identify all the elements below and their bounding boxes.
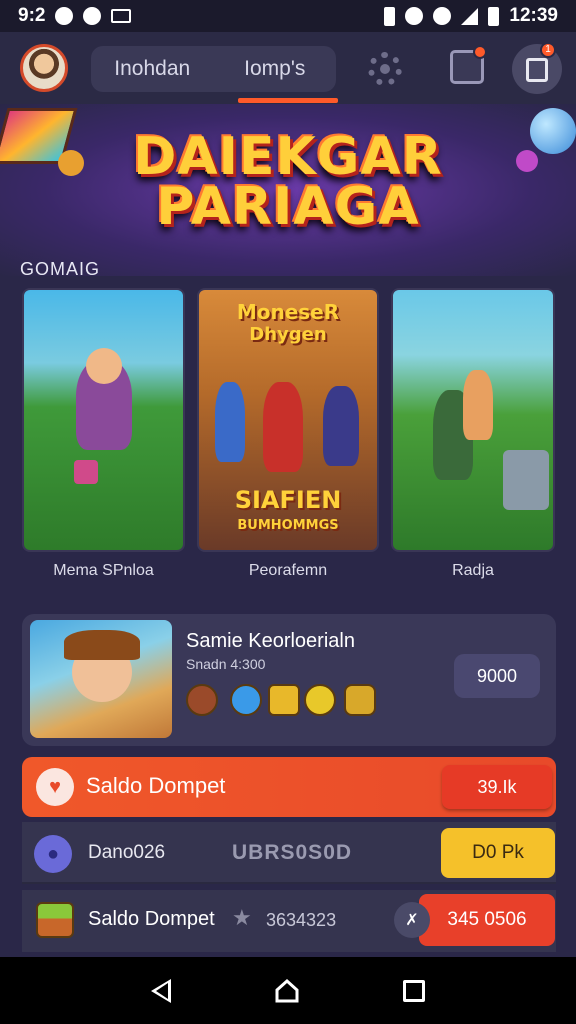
tab-group: Inohdan Iomp's	[91, 46, 336, 92]
box-item-icon	[344, 684, 376, 716]
notification-button[interactable]: 1	[512, 42, 562, 94]
chest-item-icon	[186, 684, 218, 716]
home-icon[interactable]	[274, 978, 300, 1004]
signal-icon	[461, 7, 479, 25]
battery-icon	[488, 6, 500, 26]
card-art-subtitle: SIAFIEN	[234, 486, 342, 514]
game-caption: Radja	[452, 562, 494, 579]
wifi-icon	[433, 7, 452, 25]
character-hair	[64, 630, 140, 660]
dice-art	[74, 460, 98, 484]
status-right: 12:39	[384, 5, 558, 27]
tools-icon[interactable]: ✗	[394, 902, 430, 938]
user-icon: ●	[34, 835, 72, 873]
card-art-subtitle-2: BUMHOMMGS	[237, 518, 339, 533]
game-title-logo: DAIEKGAR PARIAGA	[0, 127, 576, 237]
wallet-code: 3634323	[266, 910, 337, 930]
account-value-button[interactable]: D0 Pk	[441, 828, 555, 878]
character-head	[86, 348, 122, 384]
chest-icon	[36, 902, 74, 938]
game-caption: Peorafemn	[248, 562, 328, 579]
character-art	[463, 370, 493, 440]
notification-icon	[55, 7, 74, 25]
status-left: 9:2	[18, 5, 132, 27]
card-art-title: MoneseR	[236, 300, 340, 324]
star-icon: ★	[232, 905, 252, 930]
arcade-machine-art	[503, 450, 549, 510]
notification-badge: 1	[540, 42, 556, 58]
game-card-featured[interactable]: MoneseR Dhygen SIAFIEN BUMHOMMGS	[197, 288, 379, 552]
featured-image	[30, 620, 172, 738]
account-row[interactable]: ● Dano026 UBRS0S0D D0 Pk	[22, 822, 556, 884]
status-time: 12:39	[509, 5, 558, 26]
coin-item-icon	[304, 684, 336, 716]
wallet-value-button[interactable]: 39.Ik	[442, 765, 552, 809]
heart-icon: ♥	[36, 768, 74, 806]
character-art	[215, 382, 245, 462]
featured-subtitle: Snadn 4:300	[186, 656, 266, 672]
gear-icon[interactable]	[368, 52, 402, 86]
wallet-label: Saldo Dompet	[88, 908, 215, 930]
character-art	[323, 386, 359, 466]
featured-title: Samie Keorloerialn	[186, 630, 355, 652]
inbox-badge	[473, 45, 487, 59]
recents-icon[interactable]	[402, 979, 425, 1002]
active-tab-indicator	[238, 98, 338, 103]
avatar[interactable]	[20, 44, 68, 92]
wallet-row[interactable]: Saldo Dompet ★ 3634323 345 0506 ✗	[22, 890, 556, 952]
character-art	[263, 382, 303, 472]
status-bar: 9:2 12:39	[0, 0, 576, 32]
gem-item-icon	[230, 684, 262, 716]
wallet-label: Saldo Dompet	[86, 773, 226, 798]
back-icon[interactable]	[151, 978, 172, 1003]
account-code: UBRS0S0D	[232, 841, 353, 864]
account-label: Dano026	[88, 842, 166, 863]
tab-inohdan[interactable]: Inohdan	[91, 57, 214, 81]
wallet-row[interactable]: ♥ Saldo Dompet 39.Ik	[22, 757, 556, 817]
section-label: GOMAIG	[20, 259, 101, 279]
game-caption: Mema SPnloa	[53, 562, 154, 579]
battery-saver-icon	[384, 6, 396, 26]
title-line-2: PARIAGA	[156, 177, 420, 237]
card-art-title-2: Dhygen	[249, 324, 327, 345]
title-line-1: DAIEKGAR	[133, 127, 443, 187]
featured-offer[interactable]: Samie Keorloerialn Snadn 4:300 9000	[22, 614, 556, 746]
tab-iomps[interactable]: Iomp's	[214, 57, 337, 81]
alarm-icon	[405, 7, 424, 25]
game-card[interactable]	[391, 288, 555, 552]
message-icon	[111, 9, 132, 23]
navigation-bar	[0, 957, 576, 1024]
document-icon	[526, 58, 548, 82]
app-icon	[83, 7, 102, 25]
status-left-text: 9:2	[18, 5, 46, 26]
game-card[interactable]	[22, 288, 185, 552]
top-bar: Inohdan Iomp's 1	[0, 32, 576, 104]
bag-item-icon	[268, 684, 300, 716]
featured-price-button[interactable]: 9000	[454, 654, 540, 698]
inbox-icon[interactable]	[450, 45, 487, 84]
wallet-value-button[interactable]: 345 0506	[419, 894, 555, 946]
